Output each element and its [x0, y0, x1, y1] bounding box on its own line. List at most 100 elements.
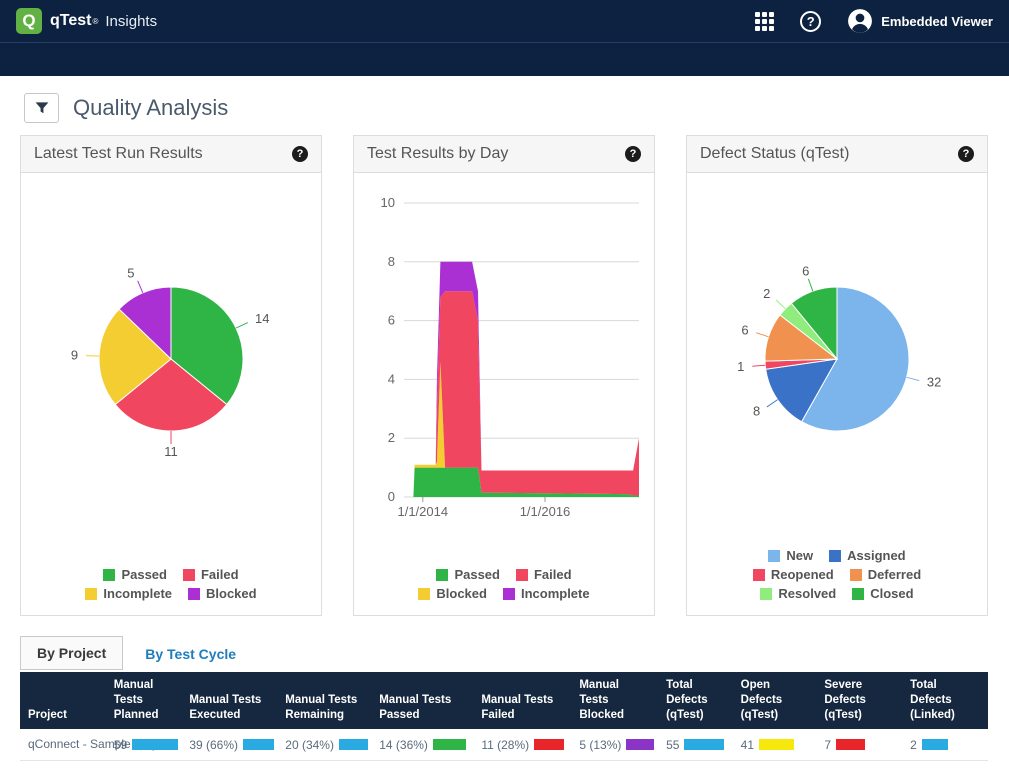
pie-value-label: 6	[802, 263, 809, 278]
label-connector	[808, 279, 812, 291]
apps-grid-icon[interactable]	[755, 12, 774, 31]
user-menu[interactable]: Embedded Viewer	[847, 8, 993, 34]
project-name-link[interactable]: qConnect - Sample Project	[20, 729, 106, 760]
pie-value-label: 9	[71, 347, 78, 362]
card-body: 141195 PassedFailedIncompleteBlocked	[21, 173, 321, 615]
column-header: Open Defects (qTest)	[733, 672, 817, 729]
legend-row: Passed Failed	[21, 567, 321, 582]
metric-cell: 41	[733, 729, 817, 760]
card-help-icon[interactable]: ?	[292, 146, 308, 162]
legend-label: Resolved	[778, 586, 836, 601]
legend-item-incomplete[interactable]: Incomplete	[85, 586, 172, 601]
area-chart-test-results-by-day[interactable]: 02468101/1/20141/1/2016	[354, 173, 654, 523]
column-header: Total Defects (qTest)	[658, 672, 733, 729]
legend-label: Blocked	[436, 586, 487, 601]
metric-cell: 39 (66%)	[181, 729, 277, 760]
legend-item-passed[interactable]: Passed	[103, 567, 167, 582]
legend-item-reopened[interactable]: Reopened	[753, 567, 834, 582]
card-latest-test-run-results: Latest Test Run Results ? 141195 PassedF…	[20, 135, 322, 616]
legend-item-failed[interactable]: Failed	[516, 567, 572, 582]
legend-item-deferred[interactable]: Deferred	[850, 567, 921, 582]
legend-item-blocked[interactable]: Blocked	[418, 586, 487, 601]
pie-chart-defect-status[interactable]: 3281626	[687, 173, 987, 523]
legend-item-closed[interactable]: Closed	[852, 586, 913, 601]
metric-cell: 55	[658, 729, 733, 760]
project-metrics-table: ProjectManual Tests PlannedManual Tests …	[20, 672, 988, 761]
metric-value: 39 (66%)	[189, 738, 238, 752]
legend-swatch	[436, 569, 448, 581]
legend-item-passed[interactable]: Passed	[436, 567, 500, 582]
legend-swatch	[852, 588, 864, 600]
label-connector	[907, 377, 920, 380]
legend-label: Incomplete	[103, 586, 172, 601]
help-icon[interactable]: ?	[800, 11, 821, 32]
qtest-logo-icon: Q	[16, 8, 42, 34]
user-avatar-icon	[847, 8, 873, 34]
legend-item-failed[interactable]: Failed	[183, 567, 239, 582]
chart-legend: Passed Failed Blocked Incomplete	[354, 563, 654, 601]
pie-value-label: 6	[741, 322, 748, 337]
metric-cell: 59	[106, 729, 182, 760]
top-navbar: Q qTest ® Insights ? Embedded Viewer	[0, 0, 1009, 42]
legend-item-resolved[interactable]: Resolved	[760, 586, 836, 601]
tab-by-test-cycle[interactable]: By Test Cycle	[129, 638, 252, 670]
pie-value-label: 2	[763, 286, 770, 301]
metric-bar	[132, 739, 178, 750]
x-axis-label: 1/1/2016	[520, 504, 571, 519]
column-header: Manual Tests Planned	[106, 672, 182, 729]
pie-chart-test-run-results[interactable]: 141195	[21, 173, 321, 523]
card-body: 02468101/1/20141/1/2016 PassedFailedBloc…	[354, 173, 654, 615]
legend-row: New Assigned	[687, 548, 987, 563]
metric-value: 55	[666, 738, 679, 752]
legend-item-new[interactable]: New	[768, 548, 813, 563]
grid-dot	[769, 12, 774, 17]
legend-label: Failed	[201, 567, 239, 582]
legend-label: Reopened	[771, 567, 834, 582]
metric-cell: 2	[902, 729, 988, 760]
card-help-icon[interactable]: ?	[625, 146, 641, 162]
charts-row: Latest Test Run Results ? 141195 PassedF…	[0, 131, 1009, 616]
filter-button[interactable]	[24, 93, 59, 123]
column-header: Severe Defects (qTest)	[816, 672, 902, 729]
metric-value: 7	[824, 738, 831, 752]
metric-value: 2	[910, 738, 917, 752]
card-title: Latest Test Run Results	[34, 145, 203, 163]
metric-bar	[922, 739, 948, 750]
legend-swatch	[829, 550, 841, 562]
table-tabs: By Project By Test Cycle	[20, 636, 989, 670]
card-help-icon[interactable]: ?	[958, 146, 974, 162]
pie-value-label: 11	[164, 444, 178, 459]
tab-by-project[interactable]: By Project	[20, 636, 123, 670]
label-connector	[138, 281, 143, 293]
legend-item-incomplete[interactable]: Incomplete	[503, 586, 590, 601]
navbar-actions: ? Embedded Viewer	[755, 8, 993, 34]
legend-row: Resolved Closed	[687, 586, 987, 601]
grid-dot	[769, 26, 774, 31]
brand-name: qTest	[50, 12, 91, 30]
product-name: Insights	[105, 13, 157, 30]
legend-row: Passed Failed	[354, 567, 654, 582]
user-name-label: Embedded Viewer	[881, 14, 993, 29]
legend-item-assigned[interactable]: Assigned	[829, 548, 906, 563]
table-header-row: ProjectManual Tests PlannedManual Tests …	[20, 672, 988, 729]
metric-cell: 5 (13%)	[571, 729, 658, 760]
metric-bar	[626, 739, 654, 750]
legend-label: Deferred	[868, 567, 921, 582]
grid-dot	[762, 26, 767, 31]
brand: Q qTest ® Insights	[16, 8, 157, 34]
legend-row: Blocked Incomplete	[354, 586, 654, 601]
chart-legend: New Assigned Reopened Deferred Resolved Close…	[687, 544, 987, 601]
pie-value-label: 1	[737, 359, 744, 374]
legend-label: Assigned	[847, 548, 906, 563]
legend-item-blocked[interactable]: Blocked	[188, 586, 257, 601]
legend-swatch	[516, 569, 528, 581]
y-axis-label: 10	[381, 195, 395, 210]
help-glyph: ?	[807, 14, 815, 29]
legend-swatch	[760, 588, 772, 600]
metric-bar	[243, 739, 274, 750]
metric-bar	[836, 739, 865, 750]
legend-swatch	[103, 569, 115, 581]
legend-swatch	[768, 550, 780, 562]
legend-swatch	[418, 588, 430, 600]
x-axis-label: 1/1/2014	[397, 504, 448, 519]
